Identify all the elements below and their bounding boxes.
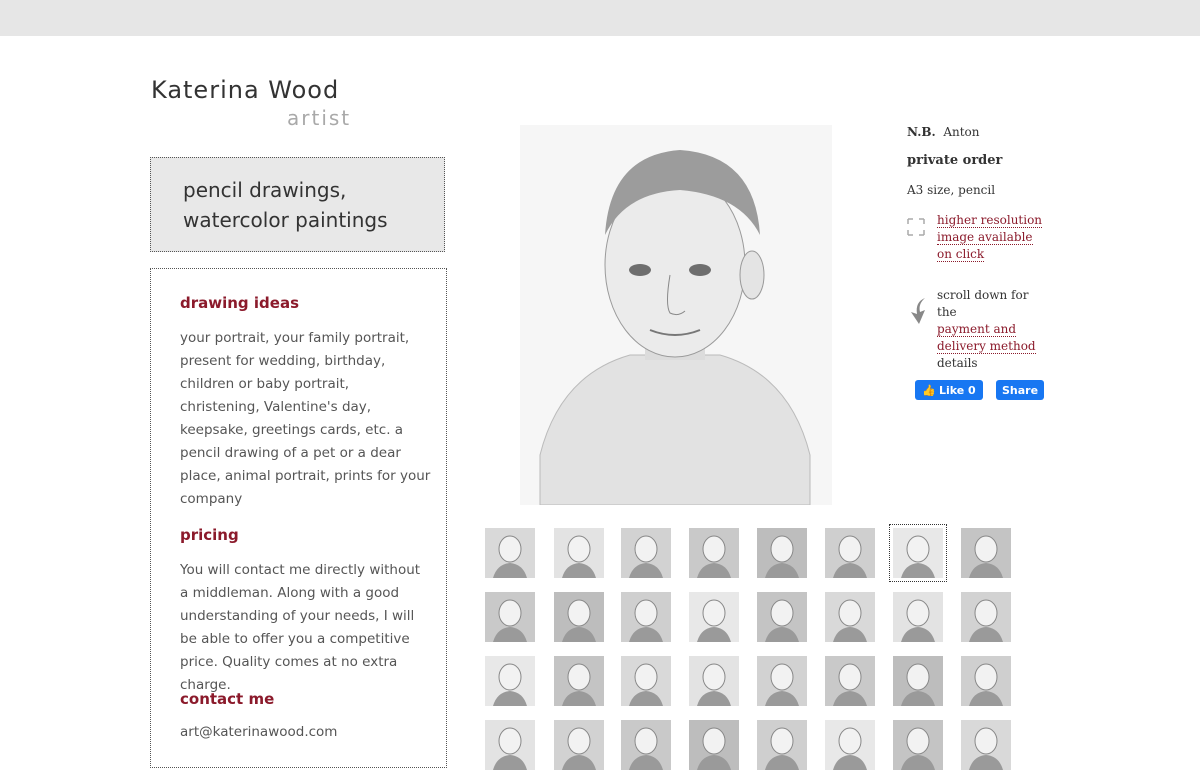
gallery-thumbnail[interactable] [621, 720, 671, 770]
gallery-thumbnail[interactable] [554, 592, 604, 642]
gallery-thumbnail[interactable] [554, 528, 604, 578]
order-type-label: private order [907, 153, 1003, 168]
payment-delivery-link[interactable]: payment and delivery method [937, 322, 1036, 354]
tagline-box: pencil drawings, watercolor paintings [150, 157, 445, 252]
gallery-thumbnail[interactable] [485, 592, 535, 642]
gallery-thumbnail[interactable] [485, 720, 535, 770]
gallery-thumbnail[interactable] [689, 656, 739, 706]
gallery-thumbnail[interactable] [893, 720, 943, 770]
contact-heading: contact me [180, 690, 275, 708]
gallery-thumbnail[interactable] [621, 656, 671, 706]
gallery-thumbnail[interactable] [689, 528, 739, 578]
artwork-title: N.B. Anton [907, 125, 980, 139]
facebook-like-button[interactable]: 👍 Like 0 [915, 380, 983, 400]
pricing-text: You will contact me directly without a m… [180, 562, 421, 693]
gallery-thumbnail[interactable] [757, 656, 807, 706]
facebook-share-button[interactable]: Share [996, 380, 1044, 400]
gallery-thumbnail[interactable] [485, 656, 535, 706]
gallery-thumbnail[interactable] [889, 524, 947, 582]
site-title[interactable]: Katerina Wood [151, 76, 339, 104]
contact-email[interactable]: art@katerinawood.com [180, 721, 432, 744]
info-panel: drawing ideas your portrait, your family… [150, 268, 447, 768]
gallery-thumbnail[interactable] [554, 656, 604, 706]
artwork-initials: N.B. [907, 125, 936, 139]
gallery-thumbnail[interactable] [825, 656, 875, 706]
gallery-thumbnail[interactable] [689, 720, 739, 770]
gallery-thumbnail[interactable] [825, 528, 875, 578]
gallery-thumbnail[interactable] [757, 528, 807, 578]
gallery-thumbnail[interactable] [689, 592, 739, 642]
hires-note: higher resolution image available on cli… [937, 212, 1047, 263]
portrait-sketch-illustration [520, 125, 832, 506]
torn-edge-decoration [0, 22, 1200, 34]
artwork-order-type: private order [907, 153, 1002, 168]
scroll-note: scroll down for the payment and delivery… [937, 287, 1047, 372]
share-label: Share [1001, 383, 1039, 397]
main-artwork-image[interactable] [520, 125, 832, 506]
pricing-heading: pricing [180, 526, 239, 544]
gallery-thumbnail[interactable] [961, 528, 1011, 578]
gallery-thumbnail[interactable] [757, 720, 807, 770]
gallery-thumbnail[interactable] [893, 592, 943, 642]
artwork-spec: A3 size, pencil [907, 183, 996, 197]
gallery-thumbnail[interactable] [554, 720, 604, 770]
expand-icon[interactable] [907, 218, 925, 240]
site-subtitle: artist [287, 106, 352, 130]
tagline-line-1: pencil drawings, [183, 178, 347, 202]
gallery-thumbnail[interactable] [621, 528, 671, 578]
gallery-thumbnail[interactable] [825, 720, 875, 770]
thumbs-up-icon: 👍 [922, 383, 936, 397]
gallery-thumbnail[interactable] [961, 720, 1011, 770]
gallery-thumbnail[interactable] [485, 528, 535, 578]
gallery-thumbnail[interactable] [621, 592, 671, 642]
gallery-thumbnail[interactable] [825, 592, 875, 642]
hires-link[interactable]: higher resolution image available on cli… [937, 213, 1043, 262]
top-band [0, 0, 1200, 36]
tagline-line-2: watercolor paintings [183, 208, 388, 232]
scroll-note-suffix: details [937, 356, 978, 370]
like-label: Like 0 [938, 383, 976, 397]
artwork-name: Anton [943, 125, 980, 139]
scroll-note-prefix: scroll down for the [937, 288, 1029, 319]
drawing-ideas-text: your portrait, your family portrait, pre… [180, 330, 431, 507]
gallery-thumbnail[interactable] [961, 656, 1011, 706]
gallery-thumbnail[interactable] [893, 656, 943, 706]
drawing-ideas-heading: drawing ideas [180, 294, 299, 312]
gallery-thumbnail[interactable] [961, 592, 1011, 642]
gallery-thumbnail[interactable] [757, 592, 807, 642]
down-arrow-icon [905, 296, 929, 330]
